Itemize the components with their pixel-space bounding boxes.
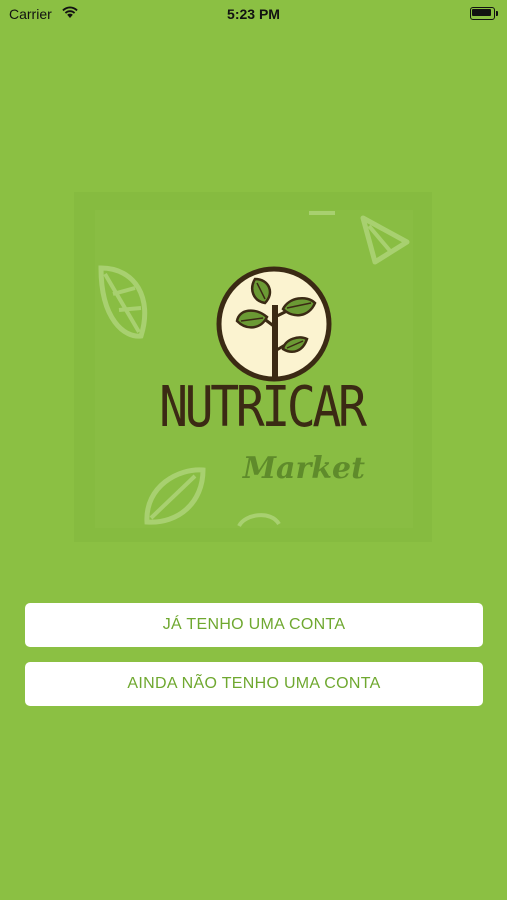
login-button[interactable]: JÁ TENHO UMA CONTA [25, 603, 483, 647]
logo: NUTRICAR Market [74, 192, 432, 542]
background-leaf-icon [309, 211, 335, 215]
plant-leaves-icon [216, 266, 332, 382]
background-leaf-icon [237, 513, 281, 528]
logo-panel: NUTRICAR Market [95, 210, 413, 528]
background-leaf-icon [98, 265, 148, 339]
brand-name: NUTRICAR [159, 375, 367, 440]
status-time: 5:23 PM [227, 6, 280, 22]
background-leaf-icon [360, 215, 410, 265]
battery-icon [470, 7, 498, 20]
signup-button[interactable]: AINDA NÃO TENHO UMA CONTA [25, 662, 483, 706]
status-bar: Carrier 5:23 PM [0, 0, 507, 28]
brand-subtitle: Market [242, 451, 365, 486]
background-leaf-icon [144, 467, 206, 525]
